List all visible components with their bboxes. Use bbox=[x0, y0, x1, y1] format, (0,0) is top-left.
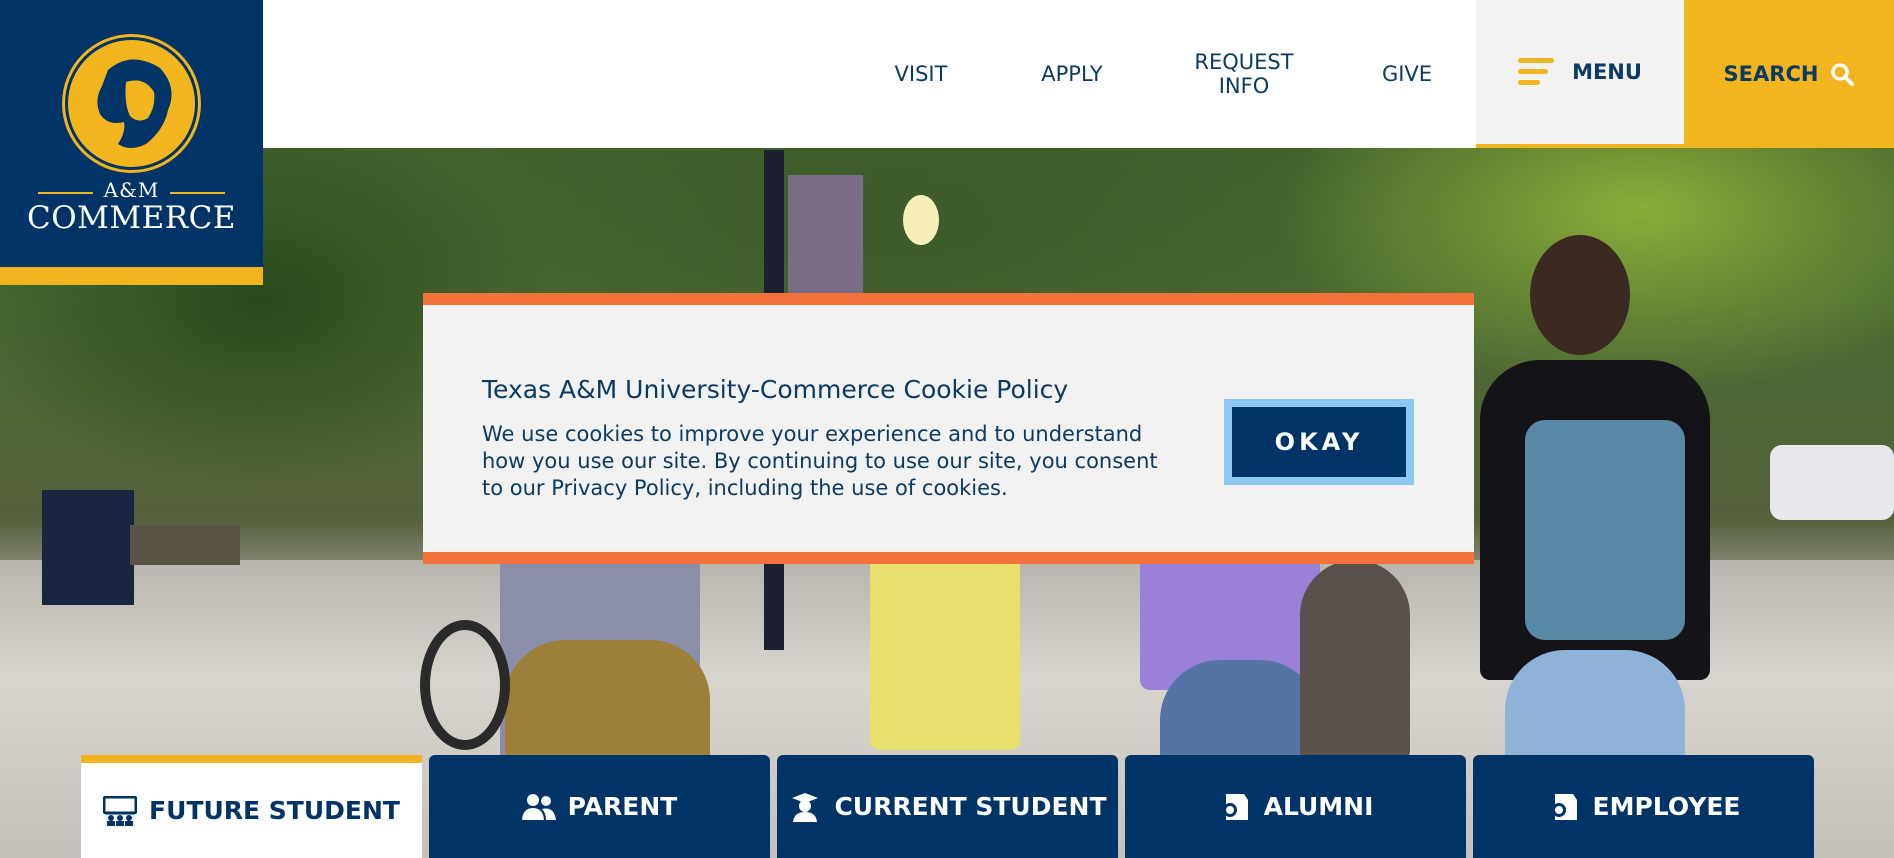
tab-alumni[interactable]: ALUMNI bbox=[1125, 755, 1466, 858]
nav-visit[interactable]: VISIT bbox=[880, 0, 962, 148]
logo[interactable]: A&M COMMERCE bbox=[0, 0, 263, 267]
logo-text-commerce: COMMERCE bbox=[27, 200, 236, 236]
badge-icon bbox=[1551, 793, 1577, 820]
tab-future-student[interactable]: FUTURE STUDENT bbox=[81, 755, 422, 858]
cookie-title: Texas A&M University-Commerce Cookie Pol… bbox=[482, 375, 1069, 404]
cookie-text: We use cookies to improve your experienc… bbox=[482, 422, 1158, 500]
tab-label: EMPLOYEE bbox=[1592, 792, 1741, 821]
nav-request-info[interactable]: REQUEST INFO bbox=[1180, 0, 1308, 148]
logo-stripe bbox=[0, 267, 263, 285]
logo-text-am: A&M bbox=[103, 178, 160, 202]
tab-label: ALUMNI bbox=[1263, 792, 1374, 821]
search-label: SEARCH bbox=[1723, 62, 1819, 86]
tab-label: PARENT bbox=[567, 792, 678, 821]
tab-label: FUTURE STUDENT bbox=[149, 796, 400, 825]
search-icon bbox=[1830, 62, 1855, 86]
tab-employee[interactable]: EMPLOYEE bbox=[1473, 755, 1814, 858]
tab-parent[interactable]: PARENT bbox=[429, 755, 770, 858]
nav-give[interactable]: GIVE bbox=[1375, 0, 1439, 148]
menu-button[interactable]: MENU bbox=[1476, 0, 1684, 148]
nav-request-info-line2: INFO bbox=[1218, 74, 1270, 98]
lion-icon bbox=[65, 37, 198, 170]
classroom-icon bbox=[103, 795, 138, 826]
nav-request-info-line1: REQUEST bbox=[1194, 50, 1294, 74]
diploma-icon bbox=[1222, 793, 1248, 820]
tab-label: CURRENT STUDENT bbox=[834, 792, 1107, 821]
cookie-policy-dialog: Texas A&M University-Commerce Cookie Pol… bbox=[423, 293, 1474, 564]
tab-current-student[interactable]: CURRENT STUDENT bbox=[777, 755, 1118, 858]
search-button[interactable]: SEARCH bbox=[1684, 0, 1894, 148]
graduate-icon bbox=[792, 792, 819, 822]
okay-button[interactable]: OKAY bbox=[1224, 399, 1414, 485]
hamburger-icon bbox=[1518, 58, 1555, 86]
menu-label: MENU bbox=[1572, 60, 1642, 84]
people-icon bbox=[521, 793, 556, 820]
nav-apply[interactable]: APPLY bbox=[1030, 0, 1114, 148]
